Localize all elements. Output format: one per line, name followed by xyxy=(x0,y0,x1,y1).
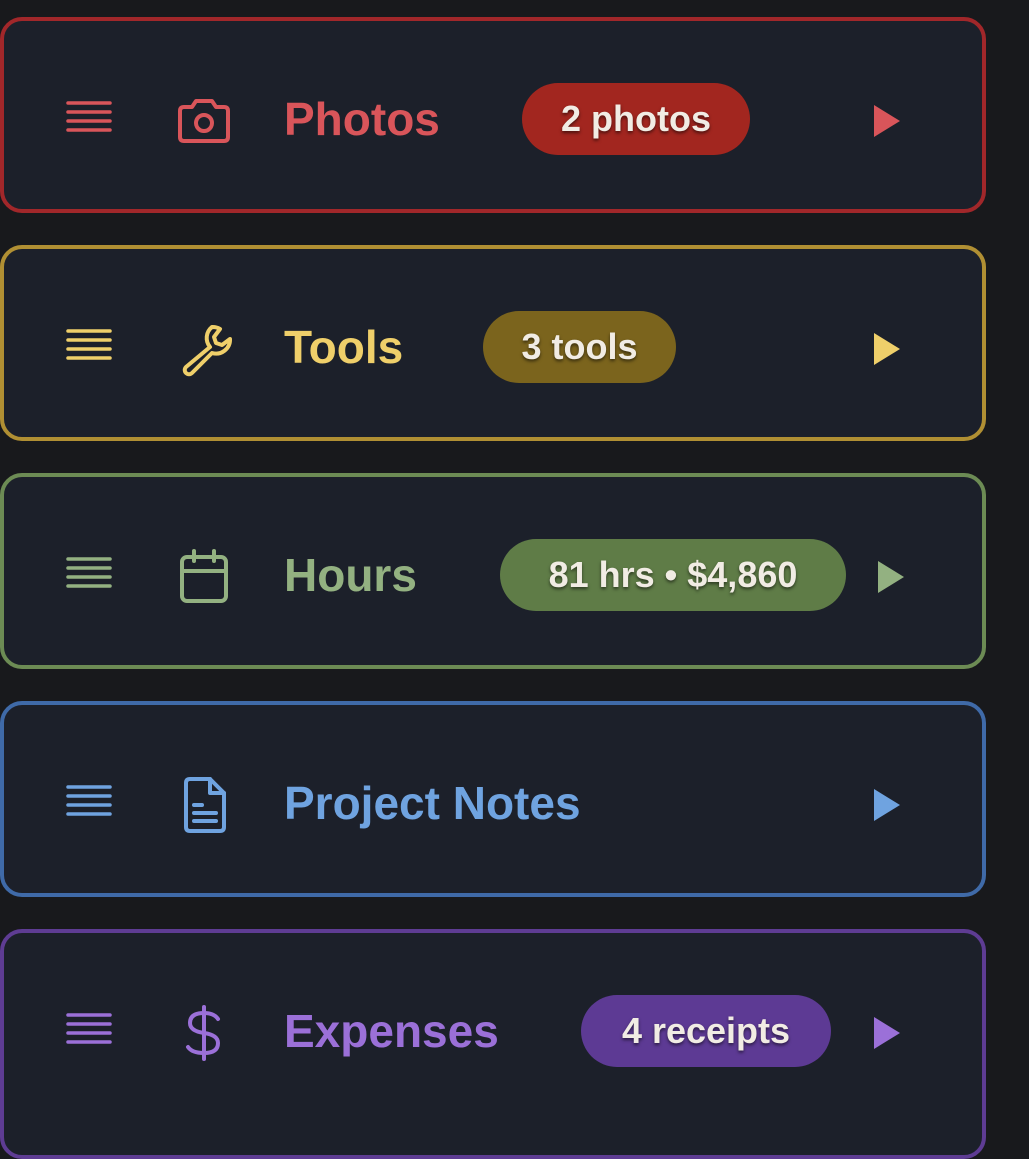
drag-handle-icon[interactable] xyxy=(64,555,114,591)
section-title: Expenses xyxy=(284,1005,499,1057)
section-title: Photos xyxy=(284,93,440,145)
count-badge: 4 receipts xyxy=(581,995,831,1067)
section-title: Hours xyxy=(284,549,417,601)
drag-handle-icon[interactable] xyxy=(64,1011,114,1047)
expand-arrow-icon[interactable] xyxy=(870,786,904,824)
drag-handle-icon[interactable] xyxy=(64,327,114,363)
camera-icon xyxy=(178,99,230,143)
count-badge: 2 photos xyxy=(522,83,750,155)
calendar-icon xyxy=(180,549,228,603)
drag-handle-icon[interactable] xyxy=(64,99,114,135)
expand-arrow-icon[interactable] xyxy=(870,1014,904,1052)
section-project-notes[interactable]: Project Notes xyxy=(0,701,986,897)
dollar-icon xyxy=(186,1005,220,1061)
count-badge: 3 tools xyxy=(483,311,676,383)
section-expenses[interactable]: Expenses 4 receipts xyxy=(0,929,986,1159)
section-title: Project Notes xyxy=(284,777,581,829)
expand-arrow-icon[interactable] xyxy=(874,558,908,596)
summary-badge: 81 hrs • $4,860 xyxy=(500,539,846,611)
wrench-icon xyxy=(182,324,232,377)
section-hours[interactable]: Hours 81 hrs • $4,860 xyxy=(0,473,986,669)
section-photos[interactable]: Photos 2 photos xyxy=(0,17,986,213)
expand-arrow-icon[interactable] xyxy=(870,102,904,140)
expand-arrow-icon[interactable] xyxy=(870,330,904,368)
section-tools[interactable]: Tools 3 tools xyxy=(0,245,986,441)
section-title: Tools xyxy=(284,321,404,373)
drag-handle-icon[interactable] xyxy=(64,783,114,819)
document-icon xyxy=(184,777,226,833)
